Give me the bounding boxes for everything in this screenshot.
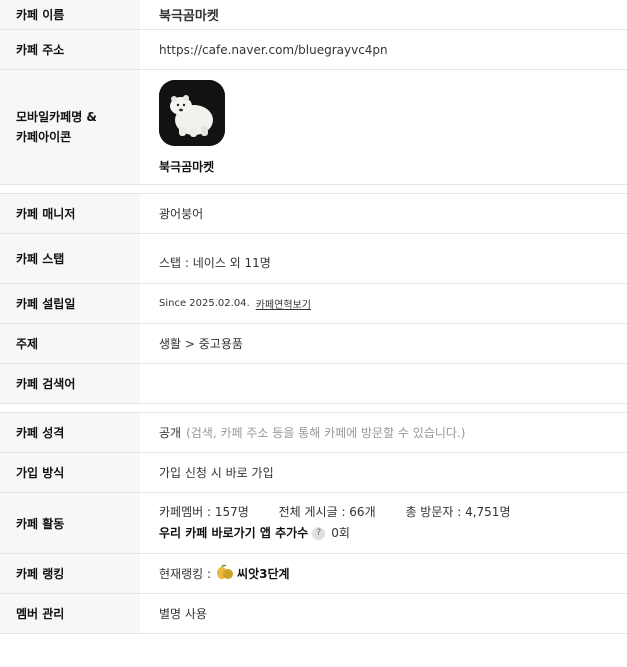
visitor-count: 총 방문자 : 4,751명 [405, 505, 511, 519]
cafe-info-table: 카페 이름 북극곰마켓 카페 주소 https://cafe.naver.com… [0, 0, 627, 634]
seed-rank-icon [216, 564, 234, 583]
cafe-type-value: 공개 [159, 426, 182, 440]
label-cafe-address: 카페 주소 [0, 30, 140, 69]
ranking-value: 씨앗3단계 [237, 567, 290, 581]
value-cafe-name: 북극곰마켓 [159, 9, 219, 24]
row-cafe-address: 카페 주소 https://cafe.naver.com/bluegrayvc4… [0, 30, 627, 70]
help-icon[interactable]: ? [312, 527, 326, 540]
row-mobile-cafe: 모바일카페명 & 카페아이콘 북극곰마켓 [0, 70, 627, 185]
row-cafe-type: 카페 성격 공개 (검색, 카페 주소 등을 통해 카페에 방문할 수 있습니다… [0, 413, 627, 453]
row-cafe-ranking: 카페 랭킹 현재랭킹 : 씨앗3단계 [0, 554, 627, 594]
section-divider [0, 404, 627, 413]
value-member-management: 별명 사용 [159, 607, 207, 621]
value-cafe-ranking: 현재랭킹 : 씨앗3단계 [140, 554, 627, 593]
label-cafe-ranking: 카페 랭킹 [0, 554, 140, 593]
shortcut-count: 0회 [331, 526, 350, 540]
label-cafe-founded: 카페 설립일 [0, 284, 140, 323]
section-divider [0, 185, 627, 194]
activity-stats: 카페멤버 : 157명 전체 게시글 : 66개 총 방문자 : 4,751명 [159, 502, 510, 523]
label-cafe-staff: 카페 스탭 [0, 234, 140, 283]
shortcut-label: 우리 카페 바로가기 앱 추가수 [159, 526, 309, 540]
cafe-type-note: (검색, 카페 주소 등을 통해 카페에 방문할 수 있습니다.) [186, 426, 466, 440]
label-cafe-activity: 카페 활동 [0, 493, 140, 553]
row-cafe-name: 카페 이름 북극곰마켓 [0, 0, 627, 30]
value-mobile-cafe: 북극곰마켓 [140, 70, 627, 184]
row-topic: 주제 생활 > 중고용품 [0, 324, 627, 364]
row-cafe-activity: 카페 활동 카페멤버 : 157명 전체 게시글 : 66개 총 방문자 : 4… [0, 493, 627, 554]
polar-bear-icon [159, 79, 225, 146]
value-cafe-staff[interactable]: 스탭 : 네이스 외 11명 [140, 234, 627, 283]
value-cafe-activity: 카페멤버 : 157명 전체 게시글 : 66개 총 방문자 : 4,751명 … [140, 493, 627, 553]
label-member-management: 멤버 관리 [0, 594, 140, 633]
label-mobile-cafe-line2: 카페아이콘 [16, 130, 72, 144]
label-mobile-cafe: 모바일카페명 & 카페아이콘 [0, 70, 140, 184]
label-search-keywords: 카페 검색어 [0, 364, 140, 403]
label-cafe-manager: 카페 매니저 [0, 194, 140, 233]
label-join-method: 가입 방식 [0, 453, 140, 492]
value-cafe-address[interactable]: https://cafe.naver.com/bluegrayvc4pn [140, 30, 627, 69]
post-count: 전체 게시글 : 66개 [278, 505, 376, 519]
row-member-management: 멤버 관리 별명 사용 [0, 594, 627, 634]
mobile-cafe-name: 북극곰마켓 [159, 159, 215, 174]
cafe-history-link[interactable]: 카페연혁보기 [256, 296, 311, 311]
value-search-keywords [140, 364, 627, 403]
row-search-keywords: 카페 검색어 [0, 364, 627, 404]
row-cafe-founded: 카페 설립일 Since 2025.02.04. 카페연혁보기 [0, 284, 627, 324]
value-topic: 생활 > 중고용품 [159, 337, 243, 351]
label-cafe-type: 카페 성격 [0, 413, 140, 452]
value-cafe-type: 공개 (검색, 카페 주소 등을 통해 카페에 방문할 수 있습니다.) [140, 413, 627, 452]
founded-date: Since 2025.02.04. [159, 298, 250, 309]
value-cafe-founded: Since 2025.02.04. 카페연혁보기 [140, 284, 627, 323]
value-cafe-manager[interactable]: 광어붕어 [140, 194, 627, 233]
shortcut-stats: 우리 카페 바로가기 앱 추가수 ? 0회 [159, 523, 350, 544]
row-join-method: 가입 방식 가입 신청 시 바로 가입 [0, 453, 627, 493]
label-cafe-name: 카페 이름 [0, 0, 140, 29]
row-cafe-manager: 카페 매니저 광어붕어 [0, 194, 627, 234]
row-cafe-staff: 카페 스탭 스탭 : 네이스 외 11명 [0, 234, 627, 284]
label-mobile-cafe-line1: 모바일카페명 & [16, 110, 97, 124]
member-count: 카페멤버 : 157명 [159, 505, 249, 519]
ranking-prefix: 현재랭킹 : [159, 567, 212, 581]
value-join-method: 가입 신청 시 바로 가입 [159, 466, 274, 480]
label-topic: 주제 [0, 324, 140, 363]
